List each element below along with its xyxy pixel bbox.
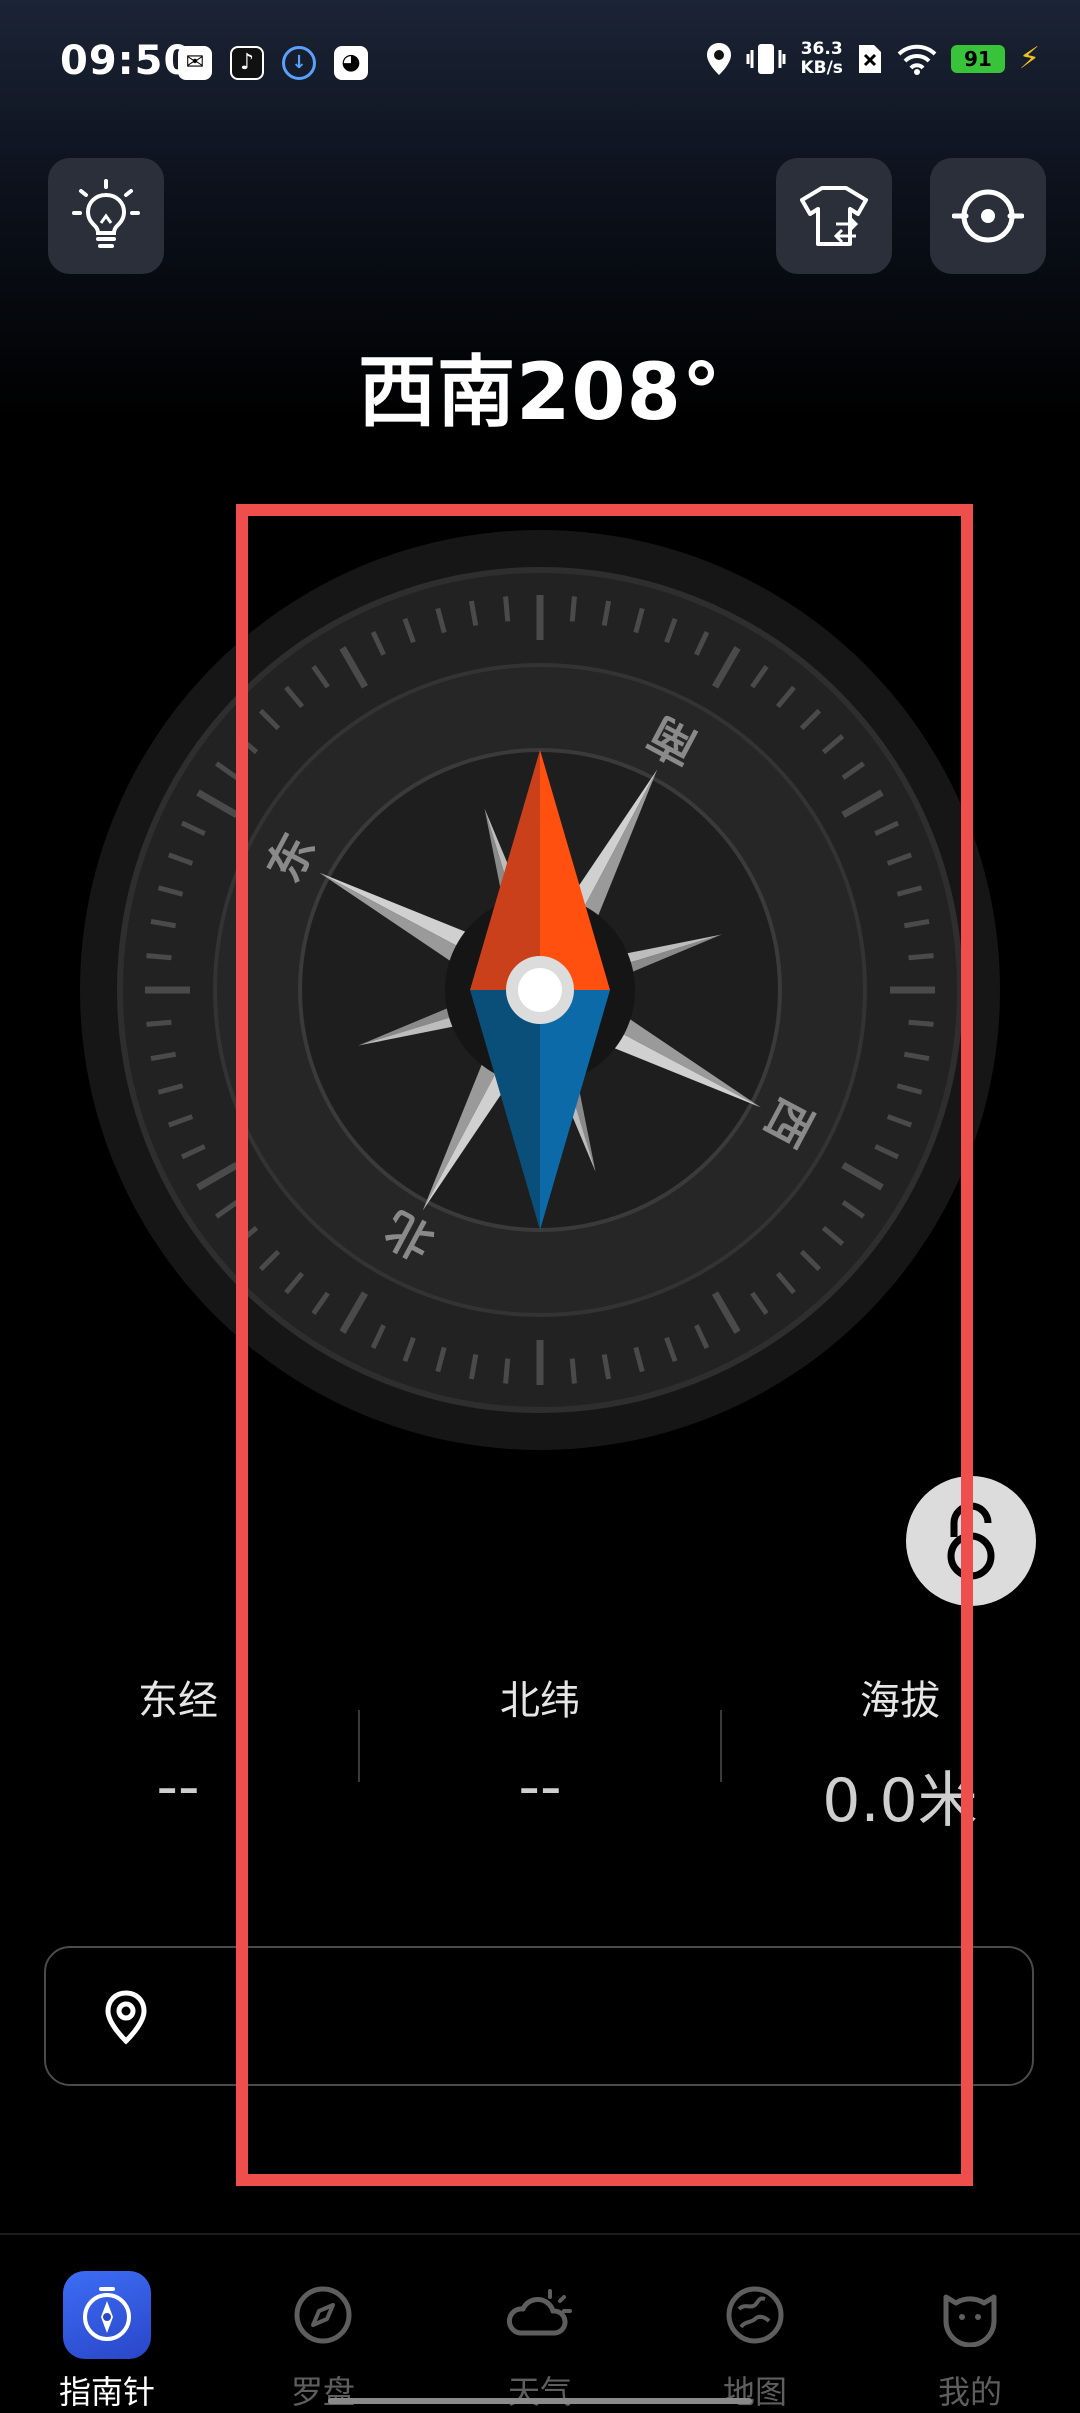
longitude-value: --: [156, 1752, 200, 1822]
nav-item-profile[interactable]: 我的: [895, 2271, 1045, 2413]
nav-label-compass: 指南针: [58, 2373, 155, 2411]
compass-tick: [569, 596, 577, 622]
lock-icon: [947, 1502, 995, 1580]
compass-tick: [503, 1358, 511, 1384]
tiktok-icon: ♪: [230, 46, 264, 80]
flashlight-button[interactable]: [48, 158, 164, 274]
status-time: 09:50: [60, 38, 193, 84]
info-divider: [358, 1710, 360, 1782]
network-speed-value: 36.3: [800, 39, 843, 59]
compass-tick: [503, 596, 511, 622]
vibrate-icon: [746, 44, 786, 74]
location-pin-icon: [707, 43, 732, 75]
altitude-value: 0.0米: [822, 1766, 978, 1836]
mail-icon: ✉: [178, 46, 212, 80]
latitude-label: 北纬: [500, 1678, 580, 1724]
bottom-nav: 指南针 罗盘 天气 地图 我的: [0, 2233, 1080, 2413]
nav-label-profile: 我的: [937, 2373, 1002, 2411]
heading-readout: 西南208°: [358, 348, 722, 438]
notification-icons: ✉ ♪ ↓ ◕: [178, 46, 368, 80]
charging-icon: ⚡: [1018, 41, 1040, 76]
network-speed: 36.3 KB/s: [800, 40, 842, 78]
compass-tick: [908, 953, 934, 961]
dial-icon: [279, 2271, 367, 2359]
compass-dial[interactable]: 北 南 东 西: [80, 530, 1000, 1450]
cat-app-icon: ◕: [334, 46, 368, 80]
location-bar[interactable]: [44, 1946, 1034, 2086]
tshirt-icon: [800, 186, 868, 246]
lightbulb-icon: [72, 179, 140, 248]
latitude-value: --: [518, 1752, 562, 1822]
nav-item-dial[interactable]: 罗盘: [248, 2271, 398, 2413]
profile-icon: [926, 2271, 1014, 2359]
compass-icon: [63, 2271, 151, 2359]
target-icon: [952, 189, 1024, 243]
weather-icon: [496, 2271, 584, 2359]
skin-button[interactable]: [776, 158, 892, 274]
system-icons: 36.3 KB/s 91 ⚡: [706, 40, 1040, 78]
nav-item-compass[interactable]: 指南针: [32, 2271, 182, 2413]
download-icon: ↓: [282, 46, 316, 80]
altitude-label: 海拔: [860, 1678, 940, 1724]
network-speed-unit: KB/s: [800, 58, 843, 78]
info-divider: [720, 1710, 722, 1782]
location-pin-icon: [105, 1990, 147, 2045]
home-indicator: [328, 2398, 752, 2404]
lock-button[interactable]: [906, 1476, 1036, 1606]
nav-item-map[interactable]: 地图: [680, 2271, 830, 2413]
compass-tick: [146, 953, 172, 961]
nav-label-dial: 罗盘: [290, 2373, 355, 2411]
nav-item-weather[interactable]: 天气: [465, 2271, 615, 2413]
longitude-label: 东经: [138, 1678, 218, 1724]
nav-label-weather: 天气: [507, 2373, 572, 2411]
compass-tick: [908, 1019, 934, 1027]
calibrate-button[interactable]: [930, 158, 1046, 274]
no-sim-icon: [858, 45, 881, 73]
compass-tick: [569, 1358, 577, 1384]
compass-tick: [146, 1019, 172, 1027]
battery-indicator: 91: [950, 45, 1005, 73]
status-bar: 09:50 ✉ ♪ ↓ ◕ 36.3 KB/s 91 ⚡: [0, 0, 1080, 120]
map-icon: [711, 2271, 799, 2359]
wifi-icon: [897, 44, 937, 75]
nav-label-map: 地图: [722, 2373, 787, 2411]
